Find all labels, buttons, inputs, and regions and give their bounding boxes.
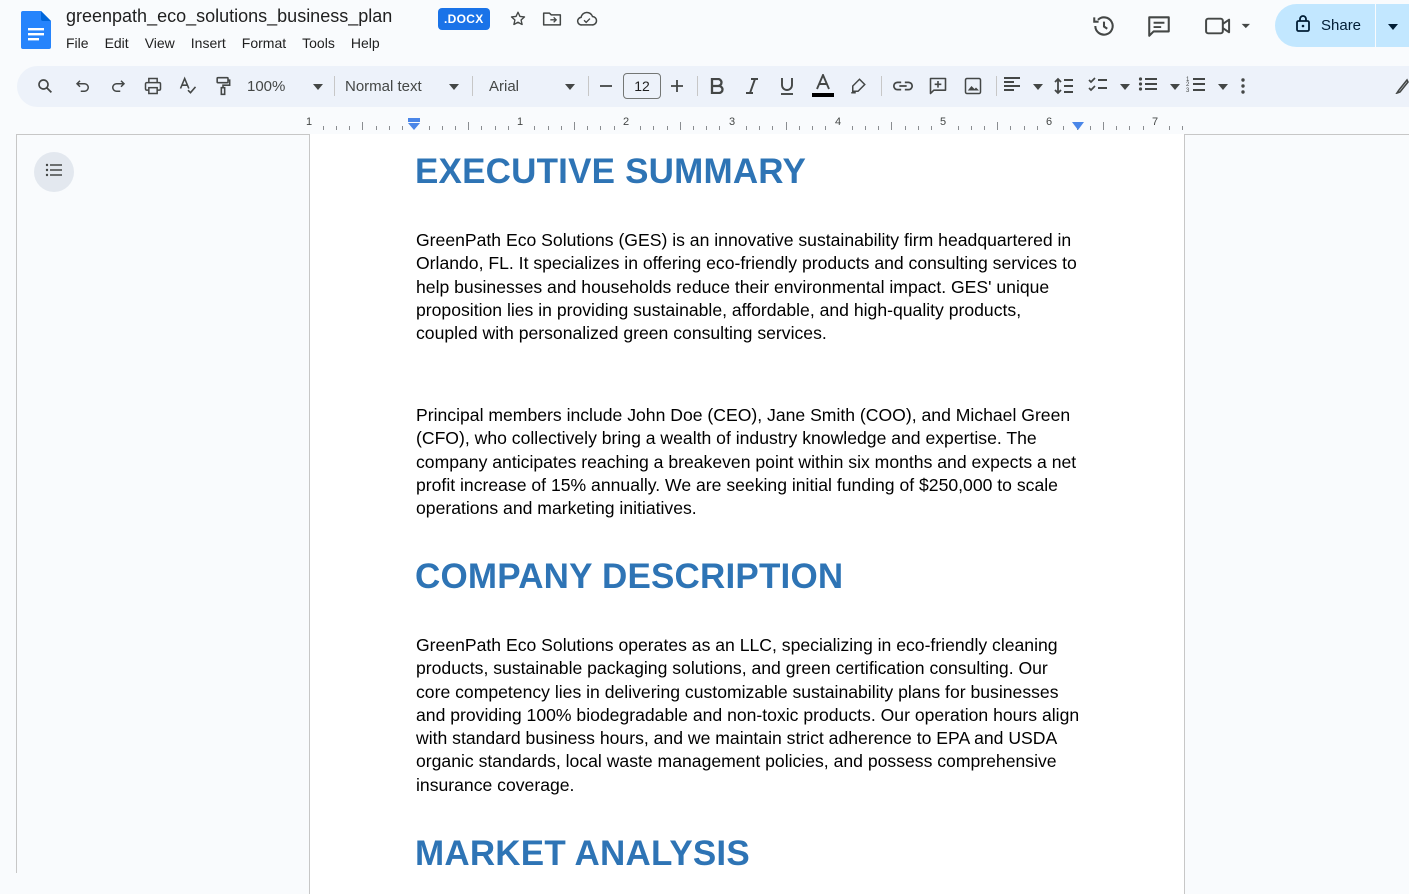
horizontal-ruler[interactable]: 1 1 2 3 4 5 6 7 xyxy=(305,116,1185,132)
version-history-icon[interactable] xyxy=(1088,10,1120,42)
print-icon[interactable] xyxy=(141,72,165,100)
insert-link-icon[interactable] xyxy=(891,72,915,100)
bulleted-list-select[interactable] xyxy=(1138,72,1180,100)
font-family-value: Arial xyxy=(489,77,520,95)
share-button[interactable]: Share xyxy=(1275,4,1409,47)
ruler-label: 3 xyxy=(728,116,736,128)
paragraph-company-description: GreenPath Eco Solutions operates as an L… xyxy=(416,635,1080,795)
highlight-color-icon[interactable] xyxy=(846,72,870,100)
checklist-select[interactable] xyxy=(1088,72,1130,100)
ruler-ticks xyxy=(323,122,1183,130)
heading-market-analysis: MARKET ANALYSIS xyxy=(415,834,750,873)
ruler-label: 1 xyxy=(305,116,313,128)
cloud-status-icon[interactable] xyxy=(576,8,598,30)
meet-icon[interactable] xyxy=(1202,10,1252,42)
font-size-input[interactable]: 12 xyxy=(623,73,661,99)
decrease-font-size-icon[interactable] xyxy=(595,72,617,100)
menu-view[interactable]: View xyxy=(137,34,183,52)
bulleted-list-icon xyxy=(1138,76,1158,97)
document-outline-button[interactable] xyxy=(34,152,74,192)
zoom-value: 100% xyxy=(247,77,286,95)
menu-help[interactable]: Help xyxy=(343,34,388,52)
paint-format-icon[interactable] xyxy=(211,72,235,100)
menu-file[interactable]: File xyxy=(58,34,97,52)
paragraph-executive-summary-2: Principal members include John Doe (CEO)… xyxy=(416,405,1077,519)
align-left-icon xyxy=(1003,76,1021,97)
menu-tools[interactable]: Tools xyxy=(294,34,343,52)
svg-text:3: 3 xyxy=(1186,88,1190,93)
menu-bar: File Edit View Insert Format Tools Help xyxy=(58,34,388,52)
spellcheck-icon[interactable] xyxy=(176,72,200,100)
text-color-icon[interactable] xyxy=(810,72,836,100)
editing-mode-icon[interactable] xyxy=(1395,72,1409,100)
toolbar-divider xyxy=(334,76,335,96)
share-main-button[interactable]: Share xyxy=(1275,4,1375,47)
lock-icon xyxy=(1295,14,1311,37)
heading-company-description: COMPANY DESCRIPTION xyxy=(415,557,844,596)
numbered-list-select[interactable]: 123 xyxy=(1186,72,1228,100)
comments-icon[interactable] xyxy=(1143,10,1175,42)
heading-executive-summary: EXECUTIVE SUMMARY xyxy=(415,152,807,191)
insert-image-icon[interactable] xyxy=(961,72,985,100)
right-indent-marker-icon[interactable] xyxy=(1071,122,1085,132)
toolbar-divider xyxy=(697,76,698,96)
checklist-icon xyxy=(1088,76,1108,97)
left-indent-marker-icon[interactable] xyxy=(407,118,421,132)
increase-font-size-icon[interactable] xyxy=(666,72,688,100)
star-icon[interactable] xyxy=(507,8,529,30)
docs-logo-icon[interactable] xyxy=(21,11,51,49)
ruler-label: 6 xyxy=(1045,116,1053,128)
caret-down-icon xyxy=(1033,77,1043,95)
more-options-icon[interactable] xyxy=(1233,72,1253,100)
caret-down-icon xyxy=(449,77,459,95)
caret-down-icon xyxy=(565,77,575,95)
toolbar-divider xyxy=(588,76,589,96)
docx-badge: .DOCX xyxy=(438,8,490,30)
menu-insert[interactable]: Insert xyxy=(183,34,234,52)
undo-icon[interactable] xyxy=(71,72,95,100)
zoom-select[interactable]: 100% xyxy=(247,72,323,100)
font-family-select[interactable]: Arial xyxy=(489,72,575,100)
redo-icon[interactable] xyxy=(106,72,130,100)
numbered-list-icon: 123 xyxy=(1186,75,1206,98)
search-menus-icon[interactable] xyxy=(33,72,57,100)
toolbar-divider xyxy=(996,76,997,96)
ruler-label: 2 xyxy=(622,116,630,128)
ruler-label: 1 xyxy=(516,116,524,128)
toolbar: 100% Normal text Arial 12 1 2 3 xyxy=(17,66,1409,107)
ruler-label: 5 xyxy=(939,116,947,128)
align-select[interactable] xyxy=(1003,72,1043,100)
move-folder-icon[interactable] xyxy=(541,8,563,30)
top-bar: greenpath_eco_solutions_business_plan .D… xyxy=(0,0,1409,64)
caret-down-icon xyxy=(1218,77,1228,95)
add-comment-icon[interactable] xyxy=(926,72,950,100)
paragraph-style-select[interactable]: Normal text xyxy=(345,72,459,100)
ruler-label: 7 xyxy=(1151,116,1159,128)
bold-icon[interactable] xyxy=(705,72,729,100)
caret-down-icon xyxy=(1387,17,1398,35)
italic-icon[interactable] xyxy=(740,72,764,100)
outline-list-icon xyxy=(45,163,63,182)
caret-down-icon xyxy=(1120,77,1130,95)
menu-format[interactable]: Format xyxy=(234,34,294,52)
document-title[interactable]: greenpath_eco_solutions_business_plan xyxy=(66,6,392,27)
toolbar-divider xyxy=(881,76,882,96)
toolbar-divider xyxy=(472,76,473,96)
menu-edit[interactable]: Edit xyxy=(97,34,137,52)
caret-down-icon xyxy=(313,77,323,95)
share-label: Share xyxy=(1321,17,1362,34)
underline-icon[interactable] xyxy=(775,72,799,100)
paragraph-style-value: Normal text xyxy=(345,77,422,95)
ruler-label: 4 xyxy=(834,116,842,128)
caret-down-icon xyxy=(1170,77,1180,95)
line-spacing-icon[interactable] xyxy=(1052,72,1076,100)
paragraph-executive-summary-1: GreenPath Eco Solutions (GES) is an inno… xyxy=(416,230,1077,344)
share-dropdown-button[interactable] xyxy=(1376,4,1409,47)
